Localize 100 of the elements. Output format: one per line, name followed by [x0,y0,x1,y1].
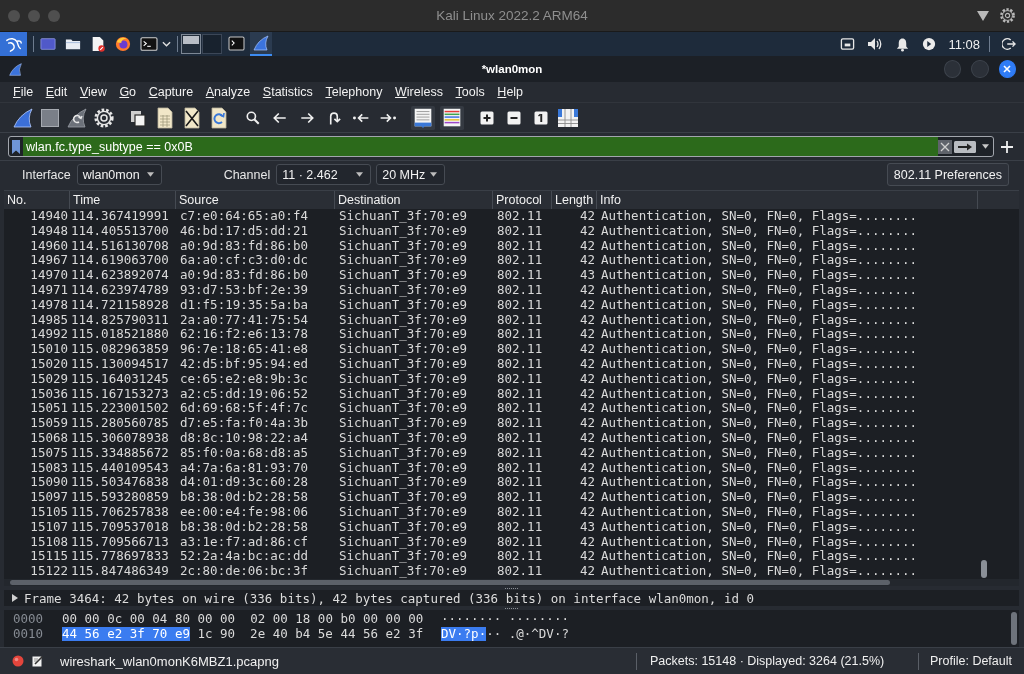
shark-fin-icon[interactable] [12,106,34,129]
columns-icon[interactable] [557,106,579,129]
table-cell-text: Authentication, SN=0, FN=0, Flags=........ [600,297,918,313]
one-square-icon[interactable] [534,110,548,125]
column-header[interactable]: Protocol [493,191,552,209]
gear-icon[interactable] [999,7,1016,24]
menu-item[interactable]: Wireless [395,85,443,99]
document-refresh-icon[interactable] [208,106,230,129]
table-cell-text: 15075 [30,445,69,461]
channel-width-select[interactable]: 20 MHz [376,164,446,185]
status-circle-icon[interactable] [922,37,937,51]
table-cell-text: 42 [579,283,596,298]
filter-field[interactable]: wlan.fc.type_subtype == 0x0B [23,137,938,156]
interface-select[interactable]: wlan0mon [76,164,162,185]
clock-time[interactable]: 11:08 [948,36,980,52]
table-cell-text: d1:f5:19:35:5a:ba [179,297,308,313]
table-cell-text: SichuanT_3f:70:e9 [338,238,467,254]
workspace-tile[interactable] [181,34,201,54]
column-header[interactable]: Source [176,191,335,209]
grip-icon[interactable] [505,586,519,590]
taskbar-window-button[interactable] [250,32,272,56]
column-header[interactable]: Time [70,191,176,209]
profile-name[interactable]: Profile: Default [930,654,1012,668]
grip-icon[interactable] [505,606,519,610]
hex-bytes[interactable]: 1c 90 2e 40 b4 5e 44 56 e2 3f [197,626,424,641]
column-header[interactable]: Info [597,191,978,209]
menu-item[interactable]: Telephony [325,85,383,99]
document-x-icon[interactable] [181,106,203,129]
table-cell-text: 42 [579,401,596,417]
menu-item[interactable]: Capture [148,85,194,99]
table-cell-text: 802.11 [496,490,543,505]
hex-bytes[interactable]: 44 56 e2 3f 70 e9 [62,626,190,641]
logout-icon[interactable] [1002,37,1016,51]
column-header[interactable]: Destination [335,191,493,209]
table-cell-text: 802.11 [496,223,543,239]
menu-item[interactable]: Analyze [205,85,251,99]
terminal-icon[interactable] [140,36,158,52]
preferences-button[interactable]: 802.11 Preferences [886,163,1009,186]
caret-icon[interactable] [982,144,989,149]
table-cell: 114.623974789 [70,283,169,298]
plus-icon[interactable] [1000,139,1014,154]
minus-square-icon[interactable] [507,110,521,125]
table-cell-text: 96:7e:18:65:41:e8 [179,342,308,357]
caret-icon[interactable] [162,41,171,47]
menu-item[interactable]: View [79,85,107,99]
table-cell-text: c7:e0:64:65:a0:f4 [179,209,308,224]
bell-icon[interactable] [895,36,911,52]
stop-icon[interactable] [39,106,61,129]
browser-icon[interactable] [115,36,131,52]
hex-bytes[interactable]: 00 00 0c 00 04 80 00 00 02 00 18 00 b0 00 00 00 [62,611,424,626]
workspace-tile[interactable] [202,34,222,54]
scrollbar-thumb[interactable] [10,580,890,585]
ascii-text[interactable]: ·· .@·^DV·? [486,626,569,641]
menu-item[interactable]: Go [119,85,137,99]
table-cell: 114.367419991 [70,209,169,224]
desktop-icon[interactable] [40,36,56,52]
table-cell-text: Authentication, SN=0, FN=0, Flags=........ [600,519,918,535]
table-cell-text: 802.11 [496,253,543,269]
table-cell-text: SichuanT_3f:70:e9 [338,564,467,579]
table-cell-text: 802.11 [496,327,543,343]
table-cell-text: 42 [579,371,596,387]
table-cell-text: Authentication, SN=0, FN=0, Flags=........ [600,283,918,298]
network-icon[interactable] [840,36,856,52]
horizontal-scrollbar[interactable] [4,579,1019,586]
table-cell-text: SichuanT_3f:70:e9 [338,268,467,283]
clear-icon[interactable] [938,139,952,154]
table-cell-text: d8:8c:10:98:22:a4 [179,430,308,446]
table-cell-text: 15097 [30,490,69,505]
disclosure-triangle-icon[interactable] [12,594,18,602]
table-cell-text: 802.11 [496,312,543,328]
column-header[interactable]: No. [4,191,70,209]
menu-item[interactable]: File [13,85,34,99]
menu-item[interactable]: Edit [45,85,68,99]
column-header[interactable]: Length [552,191,597,209]
search-icon[interactable] [244,108,262,127]
scrollbar-thumb[interactable] [981,560,987,578]
table-cell-text: a0:9d:83:fd:86:b0 [179,268,308,283]
plus-square-icon[interactable] [480,110,494,125]
ascii-text[interactable]: ········ ········ [441,611,569,626]
arrow-right-icon[interactable] [954,140,976,153]
menu-item[interactable]: Help [497,85,524,99]
triangle-down-icon[interactable] [977,10,989,21]
volume-icon[interactable] [867,36,884,52]
status-dot-icon[interactable] [12,655,24,667]
note-edit-icon[interactable] [32,655,44,667]
table-cell-text: 93:d7:53:bf:2e:39 [179,283,308,298]
colored-lines-icon[interactable] [440,105,464,130]
close-button[interactable] [998,60,1016,78]
document-grid-icon[interactable] [154,106,176,129]
bookmark-icon[interactable] [12,139,20,154]
table-cell-text: 15020 [30,356,69,372]
table-cell-text: 46:bd:17:d5:dd:21 [179,223,308,239]
table-cell-text: a3:1e:f7:ad:86:cf [179,534,308,550]
menu-item[interactable]: Statistics [262,85,313,99]
document-icon[interactable] [90,36,106,52]
ascii-text[interactable]: DV·?p· [441,626,487,641]
fin-restart-icon[interactable] [66,106,88,129]
channel-select[interactable]: 11 · 2.462 [276,164,372,185]
app-menu-button[interactable] [0,32,27,56]
menu-item[interactable]: Tools [455,85,485,99]
